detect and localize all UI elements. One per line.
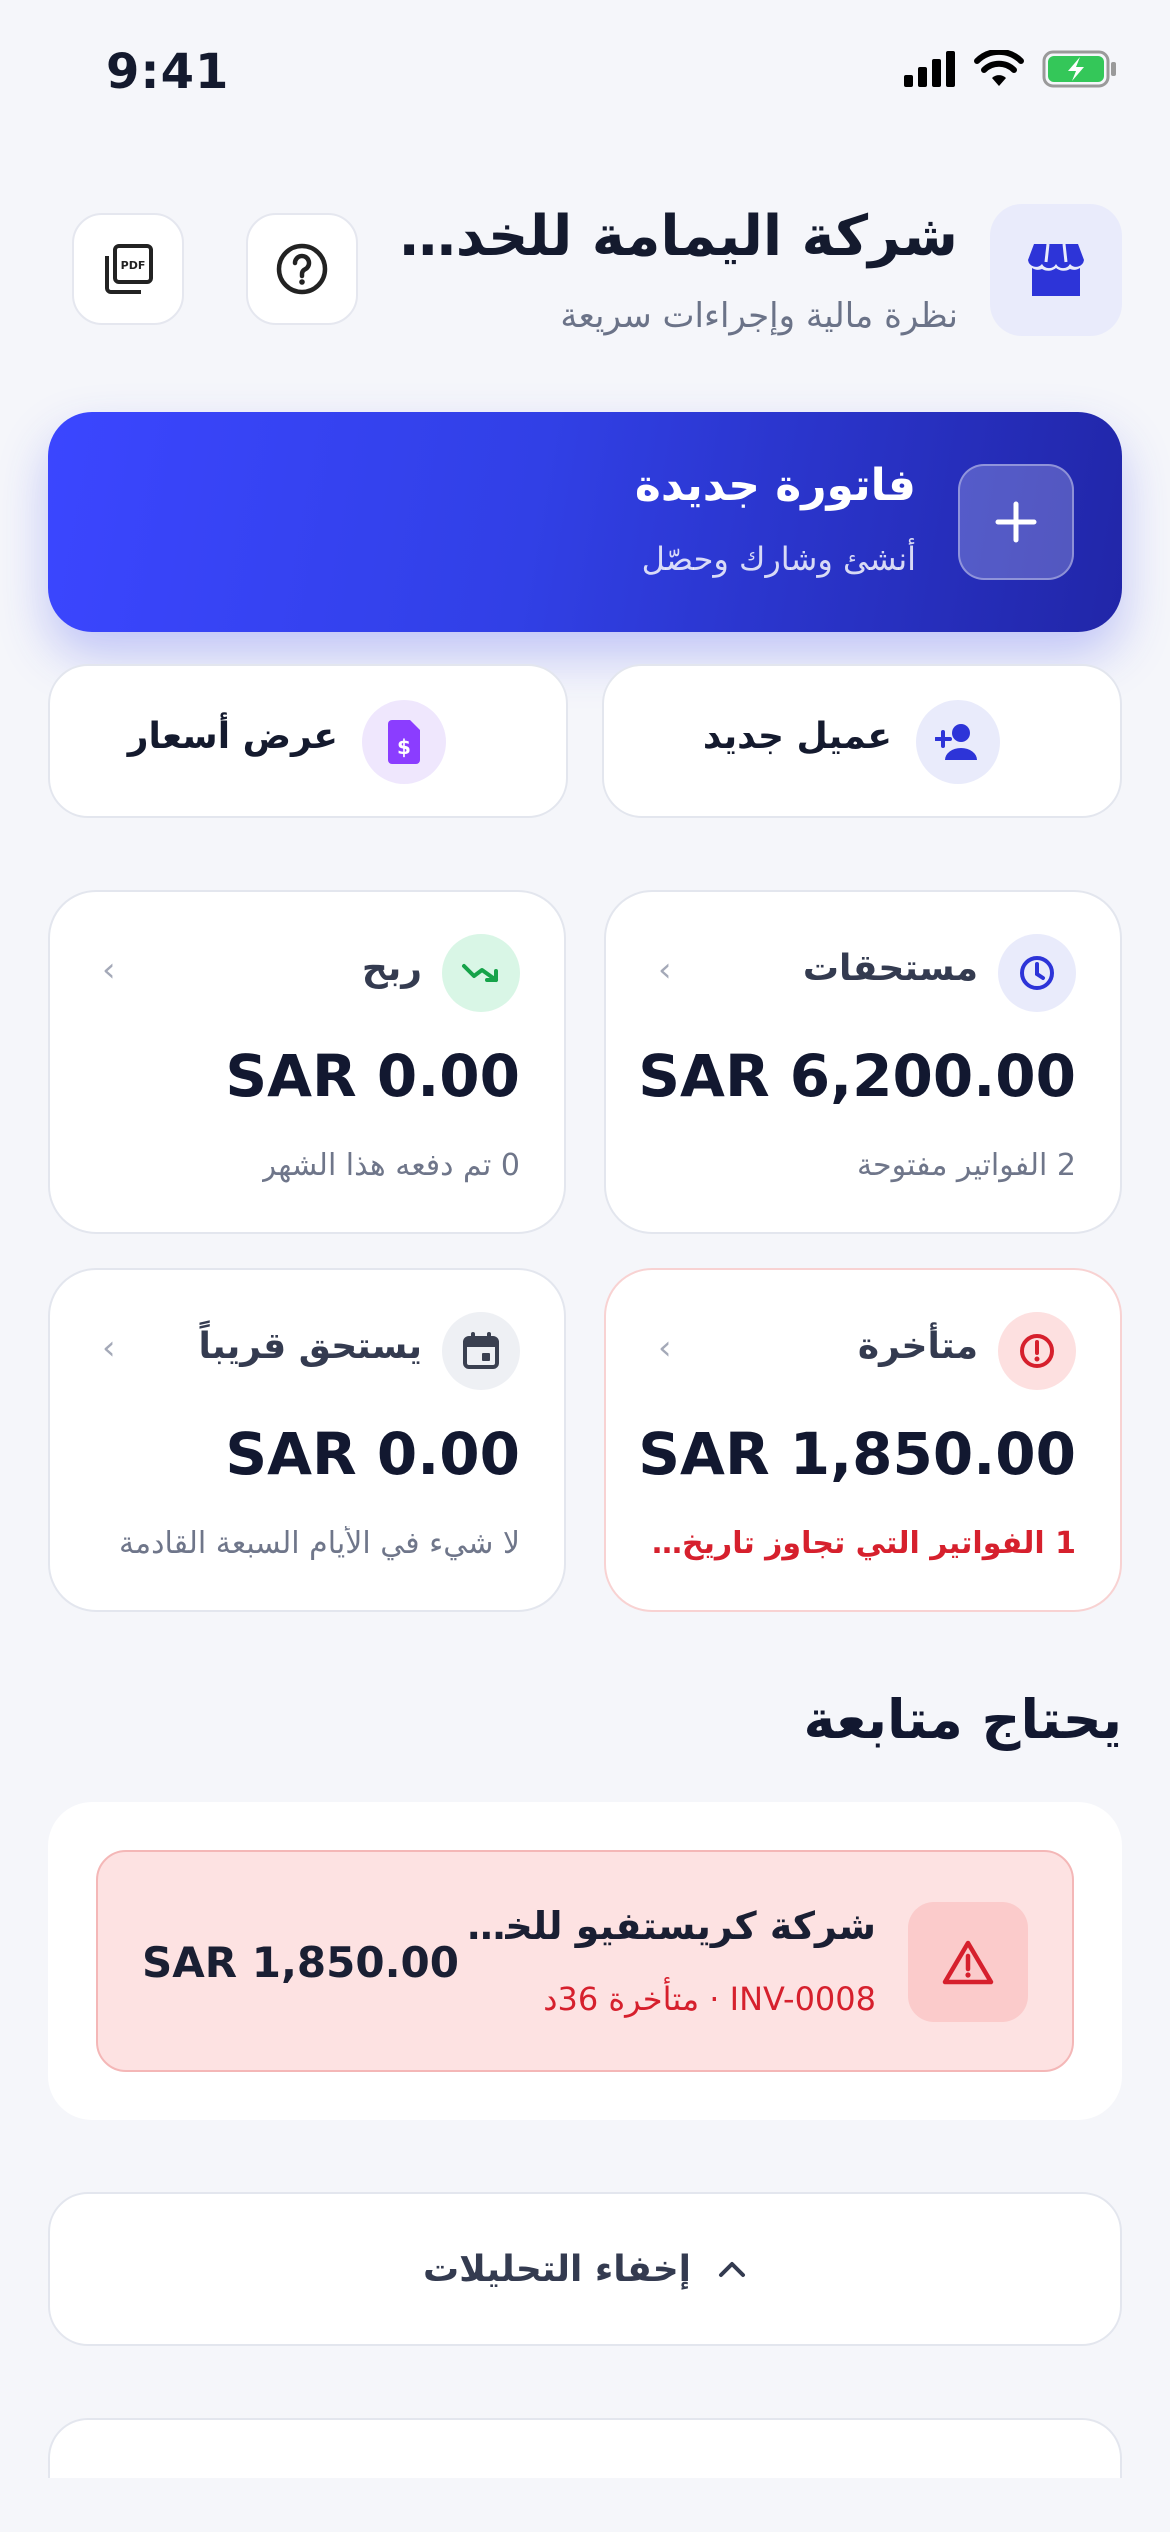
overdue-amount: SAR 1,850.00 <box>638 1420 1076 1488</box>
header-subtitle: نظرة مالية وإجراءات سريعة <box>560 296 958 336</box>
status-time: 9:41 <box>106 44 230 100</box>
receivables-card[interactable]: مستحقات ‹ SAR 6,200.00 2 الفواتير مفتوحة <box>604 890 1122 1234</box>
new-invoice-subtitle: أنشئ وشارك وحصّل <box>641 540 916 578</box>
status-icons <box>904 50 1118 88</box>
profit-card[interactable]: ربح ‹ SAR 0.00 0 تم دفعه هذا الشهر <box>48 890 566 1234</box>
due-soon-label: يستحق قريباً <box>198 1326 422 1367</box>
person-add-icon <box>916 700 1000 784</box>
receivables-label: مستحقات <box>802 948 978 989</box>
new-client-button[interactable]: عميل جديد <box>602 664 1122 818</box>
wifi-icon <box>974 50 1024 86</box>
hide-analytics-label: إخفاء التحليلات <box>422 2248 692 2290</box>
chevron-left-icon: ‹ <box>658 950 672 990</box>
help-button[interactable] <box>246 213 358 325</box>
pdf-button[interactable]: PDF <box>72 213 184 325</box>
svg-text:PDF: PDF <box>121 259 146 272</box>
calendar-icon <box>442 1312 520 1390</box>
new-invoice-card[interactable]: فاتورة جديدة أنشئ وشارك وحصّل <box>48 412 1122 632</box>
new-quote-button[interactable]: $ عرض أسعار <box>48 664 568 818</box>
follow-up-title: يحتاج متابعة <box>803 1688 1123 1751</box>
new-client-label: عميل جديد <box>702 716 892 757</box>
svg-text:$: $ <box>397 735 411 759</box>
follow-up-item[interactable]: شركة كريستفيو للخدمات INV-0008 · متأخرة … <box>96 1850 1074 2072</box>
follow-up-amount: SAR 1,850.00 <box>142 1938 459 1987</box>
new-invoice-title: فاتورة جديدة <box>634 460 916 511</box>
business-avatar[interactable] <box>990 204 1122 336</box>
overdue-card[interactable]: متأخرة ‹ SAR 1,850.00 1 الفواتير التي تج… <box>604 1268 1122 1612</box>
overdue-label: متأخرة <box>857 1326 978 1367</box>
follow-up-client-name: شركة كريستفيو للخدمات <box>456 1904 876 1948</box>
battery-charging-icon <box>1042 50 1116 88</box>
receivables-note: 2 الفواتير مفتوحة <box>856 1148 1076 1183</box>
plus-icon <box>995 501 1037 543</box>
new-invoice-button[interactable] <box>958 464 1074 580</box>
document-dollar-icon: $ <box>362 700 446 784</box>
follow-up-invoice-meta: INV-0008 · متأخرة 36د <box>543 1980 876 2018</box>
due-soon-note: لا شيء في الأيام السبعة القادمة <box>118 1526 520 1561</box>
store-icon <box>1028 243 1084 296</box>
trend-icon <box>442 934 520 1012</box>
due-soon-card[interactable]: يستحق قريباً ‹ SAR 0.00 لا شيء في الأيام… <box>48 1268 566 1612</box>
chevron-left-icon: ‹ <box>658 1328 672 1368</box>
clock-icon <box>998 934 1076 1012</box>
due-soon-amount: SAR 0.00 <box>225 1420 520 1488</box>
follow-up-section: شركة كريستفيو للخدمات INV-0008 · متأخرة … <box>48 1802 1122 2120</box>
profit-note: 0 تم دفعه هذا الشهر <box>261 1148 520 1183</box>
next-section-card <box>48 2418 1122 2478</box>
profit-label: ربح <box>361 948 422 989</box>
overdue-note: 1 الفواتير التي تجاوز تاريخ الاستحقاق <box>646 1526 1076 1561</box>
new-quote-label: عرض أسعار <box>127 716 338 757</box>
alert-circle-icon <box>998 1312 1076 1390</box>
chevron-left-icon: ‹ <box>102 1328 116 1368</box>
chevron-up-icon <box>719 2262 746 2277</box>
hide-analytics-button[interactable]: إخفاء التحليلات <box>48 2192 1122 2346</box>
receivables-amount: SAR 6,200.00 <box>638 1042 1076 1110</box>
profit-amount: SAR 0.00 <box>225 1042 520 1110</box>
warning-icon <box>908 1902 1028 2022</box>
signal-icon <box>904 51 955 87</box>
pdf-icon: PDF <box>105 244 153 294</box>
chevron-left-icon: ‹ <box>102 950 116 990</box>
help-icon <box>276 243 328 295</box>
business-name: شركة اليمامة للخدمات <box>398 204 958 269</box>
